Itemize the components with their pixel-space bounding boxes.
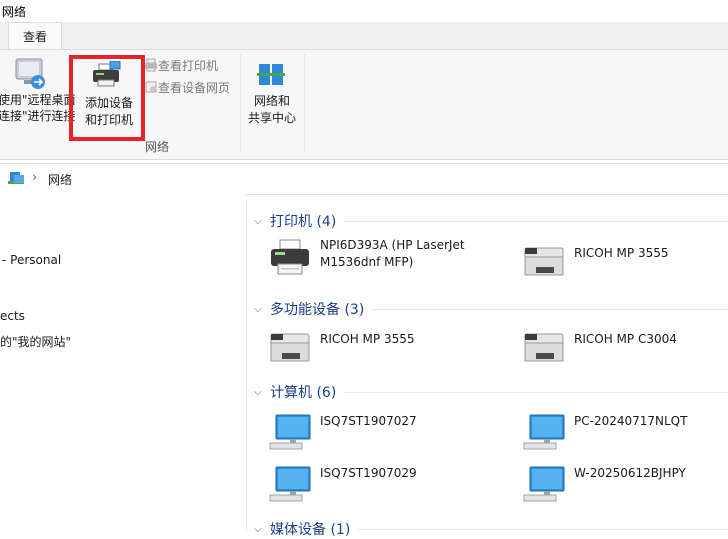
device-item[interactable]: W-20250612BJHPY xyxy=(522,465,686,505)
device-name: ISQ7ST1907027 xyxy=(320,414,417,428)
ribbon-separator xyxy=(240,54,241,152)
group-header-media[interactable]: ⌵ 媒体设备 (1) xyxy=(254,519,728,539)
device-item[interactable]: RICOH MP C3004 xyxy=(522,331,677,365)
address-bar[interactable]: › 网络 xyxy=(0,163,728,195)
view-printers-button[interactable]: 查看打印机 xyxy=(144,56,239,74)
device-item[interactable]: RICOH MP 3555 xyxy=(522,245,668,279)
device-name: ISQ7ST1907029 xyxy=(320,466,417,480)
nav-item-ects[interactable]: ects xyxy=(0,309,25,323)
ribbon-group-label: 网络 xyxy=(145,140,170,154)
computer-icon xyxy=(269,414,311,450)
remote-desktop-label: 使用"远程桌面 连接"进行连接 xyxy=(0,93,76,123)
chevron-down-icon[interactable]: ⌵ xyxy=(254,524,262,535)
chevron-down-icon[interactable]: ⌵ xyxy=(254,216,262,227)
group-header-multifunction[interactable]: ⌵ 多功能设备 (3) xyxy=(254,299,728,319)
ribbon: 使用"远程桌面 连接"进行连接 添加设备 和打印机 查看打印机 查看设备网页 网… xyxy=(0,50,728,160)
view-device-webpage-button[interactable]: 查看设备网页 xyxy=(144,78,239,96)
tab-view[interactable]: 查看 xyxy=(8,22,62,49)
group-header-computers[interactable]: ⌵ 计算机 (6) xyxy=(254,382,728,402)
device-item[interactable]: PC-20240717NLQT xyxy=(522,413,687,453)
chevron-down-icon[interactable]: ⌵ xyxy=(254,387,262,398)
device-name: NPI6D393A (HP LaserJet M1536dnf MFP) xyxy=(320,238,465,269)
view-device-webpage-label: 查看设备网页 xyxy=(158,81,231,95)
printer-icon xyxy=(524,333,564,362)
chevron-down-icon[interactable]: ⌵ xyxy=(254,304,262,315)
network-sharing-label: 网络和 共享中心 xyxy=(248,94,297,125)
device-name: RICOH MP 3555 xyxy=(574,246,669,260)
nav-item-personal[interactable]: - Personal xyxy=(2,253,61,267)
network-location-icon xyxy=(8,172,24,184)
breadcrumb-network[interactable]: 网络 xyxy=(48,171,72,188)
remote-desktop-icon xyxy=(15,58,45,89)
remote-desktop-button[interactable]: 使用"远程桌面 连接"进行连接 xyxy=(0,50,76,130)
group-title: 媒体设备 (1) xyxy=(270,522,351,538)
group-divider xyxy=(344,220,728,222)
navigation-pane: - Personal ects 的"我的网站" xyxy=(0,194,247,532)
printer-icon xyxy=(524,247,564,276)
computer-icon xyxy=(269,466,311,502)
device-item[interactable]: NPI6D393A (HP LaserJet M1536dnf MFP) xyxy=(268,237,465,277)
group-divider xyxy=(358,528,728,530)
device-name: W-20250612BJHPY xyxy=(574,466,686,480)
group-header-printers[interactable]: ⌵ 打印机 (4) xyxy=(254,211,728,231)
group-title: 打印机 (4) xyxy=(270,214,337,230)
group-divider xyxy=(372,308,728,310)
group-title: 多功能设备 (3) xyxy=(270,302,365,318)
highlight-box xyxy=(69,55,145,141)
network-sharing-icon xyxy=(257,64,285,85)
group-divider xyxy=(344,391,728,393)
device-item[interactable]: RICOH MP 3555 xyxy=(268,331,414,365)
nav-item-my-sites[interactable]: 的"我的网站" xyxy=(0,333,71,350)
webpage-icon xyxy=(145,81,157,93)
device-item[interactable]: ISQ7ST1907029 xyxy=(268,465,417,505)
ribbon-tab-row: 查看 xyxy=(0,22,728,50)
device-name: RICOH MP C3004 xyxy=(574,332,677,346)
window-title: 网络 xyxy=(2,5,27,19)
printer-small-icon xyxy=(145,58,157,72)
device-name: PC-20240717NLQT xyxy=(574,414,688,428)
view-printers-label: 查看打印机 xyxy=(158,59,219,73)
computer-icon xyxy=(523,414,565,450)
ribbon-separator-2 xyxy=(304,54,305,152)
computer-icon xyxy=(523,466,565,502)
device-name: RICOH MP 3555 xyxy=(320,332,415,346)
network-sharing-center-button[interactable]: 网络和 共享中心 xyxy=(245,59,299,129)
breadcrumb-separator[interactable]: › xyxy=(32,170,37,185)
title-bar: 网络 xyxy=(0,0,728,22)
printer-icon xyxy=(270,333,310,362)
device-item[interactable]: ISQ7ST1907027 xyxy=(268,413,417,453)
printer-icon xyxy=(271,239,309,275)
group-title: 计算机 (6) xyxy=(270,385,337,401)
